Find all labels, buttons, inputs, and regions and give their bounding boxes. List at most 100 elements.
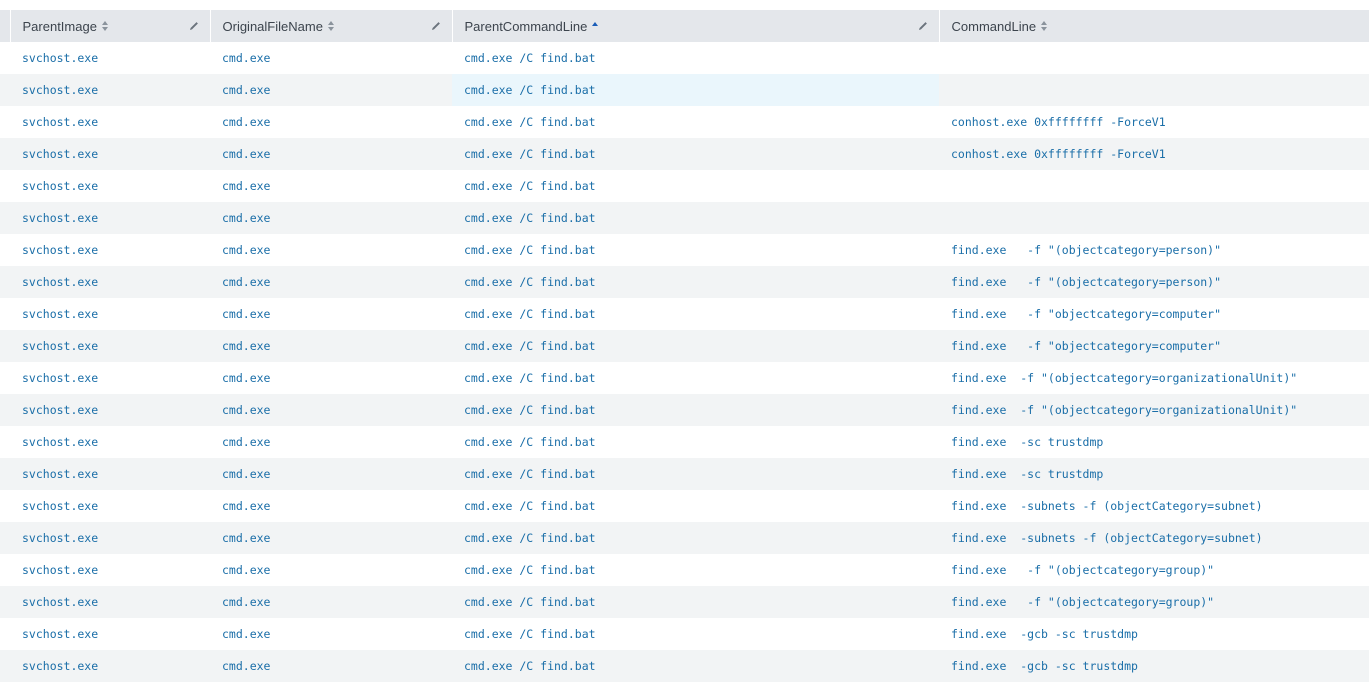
cell-value[interactable]: find.exe -f "(objectcategory=person)": [951, 275, 1221, 289]
cell-value[interactable]: cmd.exe /C find.bat: [464, 531, 596, 545]
cell-value[interactable]: find.exe -sc trustdmp: [951, 467, 1103, 481]
table-row[interactable]: svchost.exe cmd.exe cmd.exe /C find.bat fin…: [0, 362, 1369, 394]
table-row[interactable]: svchost.exe cmd.exe cmd.exe /C find.bat fin…: [0, 266, 1369, 298]
pencil-icon[interactable]: [430, 20, 442, 32]
sort-both-icon[interactable]: [327, 21, 335, 31]
cell-value[interactable]: cmd.exe: [222, 243, 270, 257]
cell-value[interactable]: svchost.exe: [22, 531, 98, 545]
cell-value[interactable]: cmd.exe: [222, 627, 270, 641]
cell-value[interactable]: cmd.exe: [222, 275, 270, 289]
cell-value[interactable]: cmd.exe: [222, 403, 270, 417]
column-header-commandline[interactable]: CommandLine: [939, 10, 1369, 42]
cell-value[interactable]: cmd.exe /C find.bat: [464, 243, 596, 257]
cell-value[interactable]: conhost.exe 0xffffffff -ForceV1: [951, 147, 1166, 161]
cell-value[interactable]: find.exe -f "(objectcategory=person)": [951, 243, 1221, 257]
cell-value[interactable]: find.exe -f "objectcategory=computer": [951, 339, 1221, 353]
cell-value[interactable]: cmd.exe /C find.bat: [464, 435, 596, 449]
table-row[interactable]: svchost.exe cmd.exe cmd.exe /C find.bat con…: [0, 138, 1369, 170]
column-header-label[interactable]: OriginalFileName: [223, 19, 323, 34]
table-row[interactable]: svchost.exe cmd.exe cmd.exe /C find.bat con…: [0, 106, 1369, 138]
cell-value[interactable]: cmd.exe /C find.bat: [464, 499, 596, 513]
cell-value[interactable]: find.exe -f "(objectcategory=group)": [951, 595, 1214, 609]
cell-value[interactable]: find.exe -gcb -sc trustdmp: [951, 659, 1138, 673]
cell-value[interactable]: cmd.exe /C find.bat: [464, 211, 596, 225]
cell-value[interactable]: find.exe -subnets -f (objectCategory=sub…: [951, 499, 1263, 513]
sort-both-icon[interactable]: [101, 21, 109, 31]
cell-value[interactable]: cmd.exe /C find.bat: [464, 371, 596, 385]
cell-value[interactable]: find.exe -f "(objectcategory=organizatio…: [951, 403, 1297, 417]
table-row[interactable]: svchost.exe cmd.exe cmd.exe /C find.bat fin…: [0, 554, 1369, 586]
cell-value[interactable]: cmd.exe: [222, 211, 270, 225]
pencil-icon[interactable]: [917, 20, 929, 32]
cell-value[interactable]: svchost.exe: [22, 339, 98, 353]
cell-value[interactable]: svchost.exe: [22, 563, 98, 577]
cell-value[interactable]: svchost.exe: [22, 243, 98, 257]
table-row[interactable]: svchost.exe cmd.exe cmd.exe /C find.bat fin…: [0, 234, 1369, 266]
cell-value[interactable]: find.exe -subnets -f (objectCategory=sub…: [951, 531, 1263, 545]
sort-both-icon[interactable]: [1040, 21, 1048, 31]
table-row[interactable]: svchost.exe cmd.exe cmd.exe /C find.bat fin…: [0, 458, 1369, 490]
cell-value[interactable]: svchost.exe: [22, 83, 98, 97]
cell-value[interactable]: cmd.exe: [222, 467, 270, 481]
cell-value[interactable]: svchost.exe: [22, 627, 98, 641]
column-header-originalfilename[interactable]: OriginalFileName: [210, 10, 453, 42]
cell-value[interactable]: find.exe -f "(objectcategory=organizatio…: [951, 371, 1297, 385]
cell-value[interactable]: svchost.exe: [22, 403, 98, 417]
cell-value[interactable]: cmd.exe /C find.bat: [464, 115, 596, 129]
cell-value[interactable]: cmd.exe: [222, 371, 270, 385]
cell-value[interactable]: svchost.exe: [22, 467, 98, 481]
cell-value[interactable]: cmd.exe /C find.bat: [464, 659, 596, 673]
table-row[interactable]: svchost.exe cmd.exe cmd.exe /C find.bat fin…: [0, 586, 1369, 618]
cell-value[interactable]: cmd.exe: [222, 563, 270, 577]
cell-value[interactable]: svchost.exe: [22, 307, 98, 321]
table-row[interactable]: svchost.exe cmd.exe cmd.exe /C find.bat: [0, 42, 1369, 74]
column-header-label[interactable]: ParentImage: [23, 19, 97, 34]
table-row[interactable]: svchost.exe cmd.exe cmd.exe /C find.bat fin…: [0, 426, 1369, 458]
cell-value[interactable]: svchost.exe: [22, 499, 98, 513]
cell-value[interactable]: svchost.exe: [22, 51, 98, 65]
cell-value[interactable]: cmd.exe /C find.bat: [464, 563, 596, 577]
cell-value[interactable]: svchost.exe: [22, 211, 98, 225]
column-header-parentcommandline[interactable]: ParentCommandLine: [452, 10, 940, 42]
cell-value[interactable]: cmd.exe /C find.bat: [464, 179, 596, 193]
cell-value[interactable]: svchost.exe: [22, 659, 98, 673]
cell-value[interactable]: find.exe -f "(objectcategory=group)": [951, 563, 1214, 577]
cell-value[interactable]: cmd.exe: [222, 531, 270, 545]
table-row[interactable]: svchost.exe cmd.exe cmd.exe /C find.bat fin…: [0, 298, 1369, 330]
cell-value[interactable]: svchost.exe: [22, 435, 98, 449]
table-row[interactable]: svchost.exe cmd.exe cmd.exe /C find.bat fin…: [0, 650, 1369, 682]
pencil-icon[interactable]: [188, 20, 200, 32]
cell-value[interactable]: conhost.exe 0xffffffff -ForceV1: [951, 115, 1166, 129]
cell-value[interactable]: find.exe -f "objectcategory=computer": [951, 307, 1221, 321]
cell-value[interactable]: cmd.exe /C find.bat: [464, 467, 596, 481]
cell-value[interactable]: find.exe -sc trustdmp: [951, 435, 1103, 449]
cell-value[interactable]: find.exe -gcb -sc trustdmp: [951, 627, 1138, 641]
table-row[interactable]: svchost.exe cmd.exe cmd.exe /C find.bat: [0, 170, 1369, 202]
cell-value[interactable]: cmd.exe: [222, 83, 270, 97]
cell-value[interactable]: cmd.exe: [222, 115, 270, 129]
table-row[interactable]: svchost.exe cmd.exe cmd.exe /C find.bat: [0, 74, 1369, 106]
cell-value[interactable]: cmd.exe /C find.bat: [464, 83, 596, 97]
cell-value[interactable]: cmd.exe /C find.bat: [464, 627, 596, 641]
sort-ascending-icon[interactable]: [591, 21, 599, 31]
cell-value[interactable]: cmd.exe: [222, 307, 270, 321]
cell-value[interactable]: cmd.exe /C find.bat: [464, 51, 596, 65]
cell-value[interactable]: svchost.exe: [22, 179, 98, 193]
cell-value[interactable]: cmd.exe: [222, 595, 270, 609]
cell-value[interactable]: cmd.exe /C find.bat: [464, 403, 596, 417]
cell-value[interactable]: cmd.exe /C find.bat: [464, 339, 596, 353]
cell-value[interactable]: cmd.exe: [222, 51, 270, 65]
cell-value[interactable]: cmd.exe: [222, 499, 270, 513]
cell-value[interactable]: cmd.exe /C find.bat: [464, 307, 596, 321]
cell-value[interactable]: cmd.exe /C find.bat: [464, 147, 596, 161]
column-header-label[interactable]: CommandLine: [952, 19, 1037, 34]
table-row[interactable]: svchost.exe cmd.exe cmd.exe /C find.bat: [0, 202, 1369, 234]
table-row[interactable]: svchost.exe cmd.exe cmd.exe /C find.bat fin…: [0, 394, 1369, 426]
cell-value[interactable]: svchost.exe: [22, 275, 98, 289]
table-row[interactable]: svchost.exe cmd.exe cmd.exe /C find.bat fin…: [0, 618, 1369, 650]
cell-value[interactable]: svchost.exe: [22, 147, 98, 161]
table-row[interactable]: svchost.exe cmd.exe cmd.exe /C find.bat fin…: [0, 522, 1369, 554]
cell-value[interactable]: cmd.exe /C find.bat: [464, 275, 596, 289]
cell-value[interactable]: cmd.exe: [222, 339, 270, 353]
cell-value[interactable]: cmd.exe: [222, 659, 270, 673]
